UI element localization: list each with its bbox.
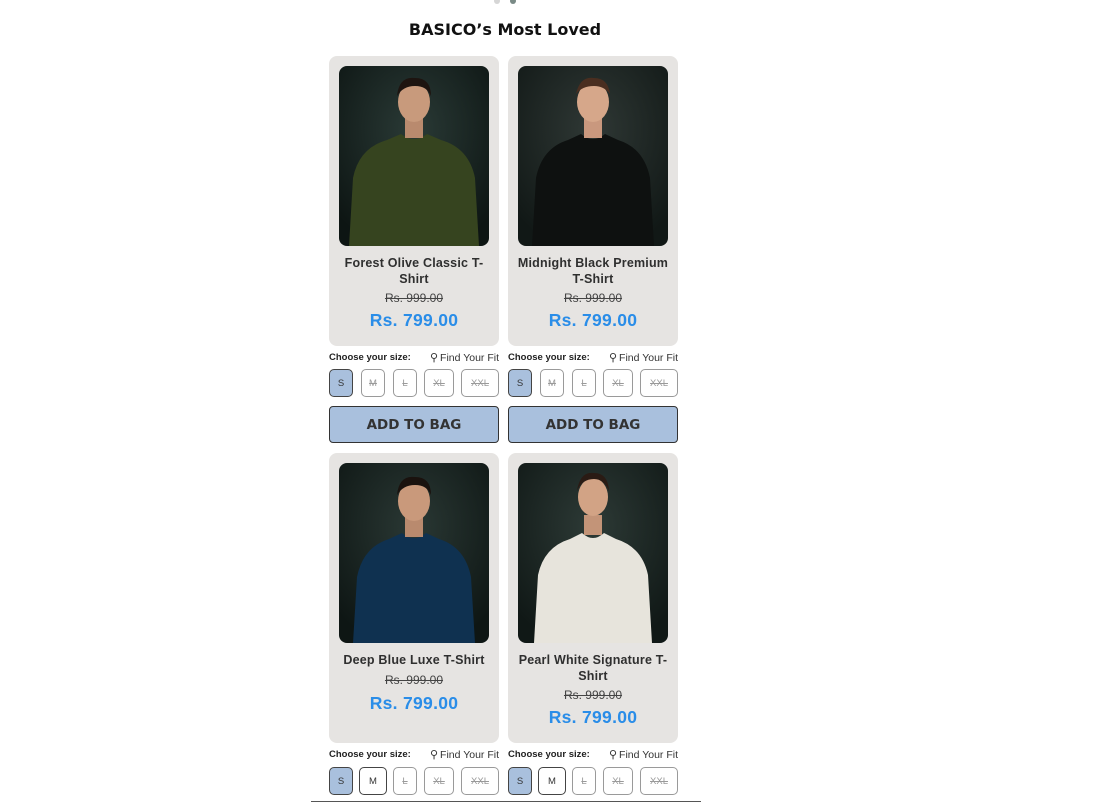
size-option-m[interactable]: M [359, 767, 387, 795]
size-selector: S M L XL XXL [508, 369, 678, 399]
sale-price: Rs. 799.00 [369, 310, 459, 330]
model-photo [339, 463, 489, 643]
find-your-fit-link[interactable]: ⚲ Find Your Fit [429, 748, 499, 762]
size-label: Choose your size: [329, 352, 411, 363]
original-price: Rs. 999.00 [563, 291, 623, 305]
sale-price: Rs. 799.00 [548, 707, 638, 727]
size-option-xl[interactable]: XL [603, 767, 633, 795]
hanger-icon: ⚲ [608, 352, 618, 364]
size-selector: S M L XL XXL [329, 369, 499, 399]
size-label: Choose your size: [508, 352, 590, 363]
product-name[interactable]: Pearl White Signature T-Shirt [516, 653, 670, 684]
hanger-icon: ⚲ [429, 749, 439, 761]
product-card-body[interactable]: Forest Olive Classic T-Shirt Rs. 999.00 … [329, 56, 499, 346]
hanger-icon: ⚲ [429, 352, 439, 364]
original-price: Rs. 999.00 [563, 688, 623, 702]
original-price: Rs. 999.00 [384, 291, 444, 305]
size-option-xxl[interactable]: XXL [640, 369, 678, 397]
product-image[interactable] [518, 66, 668, 246]
size-option-s[interactable]: S [329, 369, 353, 397]
add-to-bag-button[interactable]: ADD TO BAG [508, 406, 678, 443]
sale-price: Rs. 799.00 [548, 310, 638, 330]
size-label: Choose your size: [508, 749, 590, 760]
product-image[interactable] [339, 66, 489, 246]
size-option-xl[interactable]: XL [603, 369, 633, 397]
size-option-l[interactable]: L [393, 767, 417, 795]
sale-price: Rs. 799.00 [369, 693, 459, 713]
product-name[interactable]: Midnight Black Premium T-Shirt [516, 256, 670, 287]
size-option-s[interactable]: S [329, 767, 353, 795]
product-image[interactable] [518, 463, 668, 643]
carousel-dots [494, 0, 524, 4]
model-photo [518, 463, 668, 643]
size-selector: S M L XL XXL [508, 767, 678, 797]
find-fit-label: Find Your Fit [440, 748, 499, 761]
model-photo [339, 66, 489, 246]
find-your-fit-link[interactable]: ⚲ Find Your Fit [608, 351, 678, 365]
size-option-xl[interactable]: XL [424, 767, 454, 795]
product-image[interactable] [339, 463, 489, 643]
find-fit-label: Find Your Fit [619, 351, 678, 364]
size-option-xxl[interactable]: XXL [640, 767, 678, 795]
hanger-icon: ⚲ [608, 749, 618, 761]
product-card-body[interactable]: Pearl White Signature T-Shirt Rs. 999.00… [508, 453, 678, 743]
size-option-xxl[interactable]: XXL [461, 767, 499, 795]
product-card-body[interactable]: Midnight Black Premium T-Shirt Rs. 999.0… [508, 56, 678, 346]
find-your-fit-link[interactable]: ⚲ Find Your Fit [608, 748, 678, 762]
model-photo [518, 66, 668, 246]
product-name[interactable]: Forest Olive Classic T-Shirt [337, 256, 491, 287]
size-option-l[interactable]: L [572, 369, 596, 397]
size-label: Choose your size: [329, 749, 411, 760]
size-option-m[interactable]: M [540, 369, 564, 397]
find-fit-label: Find Your Fit [619, 748, 678, 761]
size-option-xl[interactable]: XL [424, 369, 454, 397]
section-title: BASICO’s Most Loved [408, 20, 602, 39]
find-your-fit-link[interactable]: ⚲ Find Your Fit [429, 351, 499, 365]
size-option-l[interactable]: L [572, 767, 596, 795]
carousel-dot-active[interactable] [510, 0, 516, 4]
find-fit-label: Find Your Fit [440, 351, 499, 364]
add-to-bag-button[interactable]: ADD TO BAG [329, 406, 499, 443]
original-price: Rs. 999.00 [384, 673, 444, 687]
product-name[interactable]: Deep Blue Luxe T-Shirt [337, 653, 491, 669]
size-option-xxl[interactable]: XXL [461, 369, 499, 397]
size-selector: S M L XL XXL [329, 767, 499, 797]
size-option-s[interactable]: S [508, 767, 532, 795]
size-option-m[interactable]: M [361, 369, 385, 397]
product-card-body[interactable]: Deep Blue Luxe T-Shirt Rs. 999.00 Rs. 79… [329, 453, 499, 743]
size-option-m[interactable]: M [538, 767, 566, 795]
size-option-l[interactable]: L [393, 369, 417, 397]
size-option-s[interactable]: S [508, 369, 532, 397]
carousel-dot[interactable] [494, 0, 500, 4]
